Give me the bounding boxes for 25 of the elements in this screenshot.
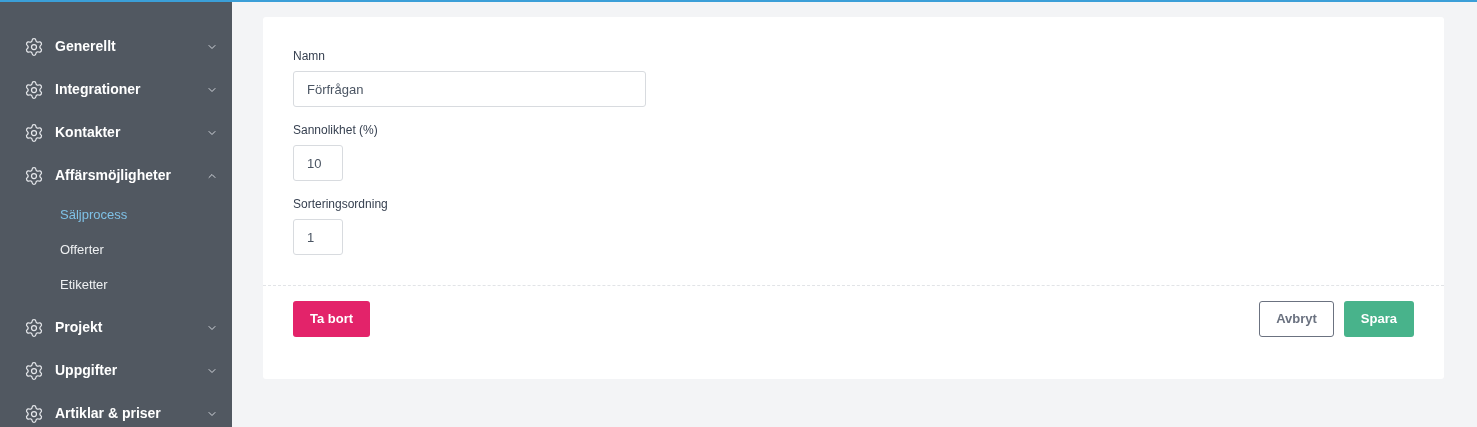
settings-icon [24, 165, 44, 186]
field-label: Sannolikhet (%) [293, 122, 378, 139]
sidebar-subitem[interactable]: Etiketter [0, 267, 108, 302]
input-field[interactable]: 10 [293, 145, 343, 181]
sidebar-item[interactable]: Artiklar & priser [0, 392, 232, 427]
field-label: Namn [293, 48, 325, 65]
settings-icon [24, 403, 44, 424]
delete-button[interactable]: Ta bort [293, 301, 371, 337]
input-field[interactable]: 1 [293, 219, 343, 255]
sidebar-subitem[interactable]: Offerter [0, 232, 104, 267]
field-label: Sorteringsordning [293, 196, 388, 213]
settings-icon [24, 79, 44, 100]
sidebar-item[interactable]: Integrationer [0, 68, 232, 111]
settings-icon [24, 360, 44, 381]
sidebar-subitem[interactable]: Säljprocess [0, 197, 128, 232]
sidebar-item[interactable]: Projekt [0, 306, 232, 349]
sidebar-item[interactable]: Uppgifter [0, 349, 232, 392]
settings-icon [24, 317, 44, 338]
input-field[interactable]: Förfrågan [293, 71, 646, 107]
sidebar-item[interactable]: Kontakter [0, 111, 232, 154]
sidebar-item[interactable]: Generellt [0, 25, 232, 68]
settings-icon [24, 36, 44, 57]
sidebar-item[interactable]: Affärsmöjligheter [0, 154, 232, 197]
settings-icon [24, 122, 44, 143]
cancel-button[interactable]: Avbryt [1259, 301, 1334, 337]
